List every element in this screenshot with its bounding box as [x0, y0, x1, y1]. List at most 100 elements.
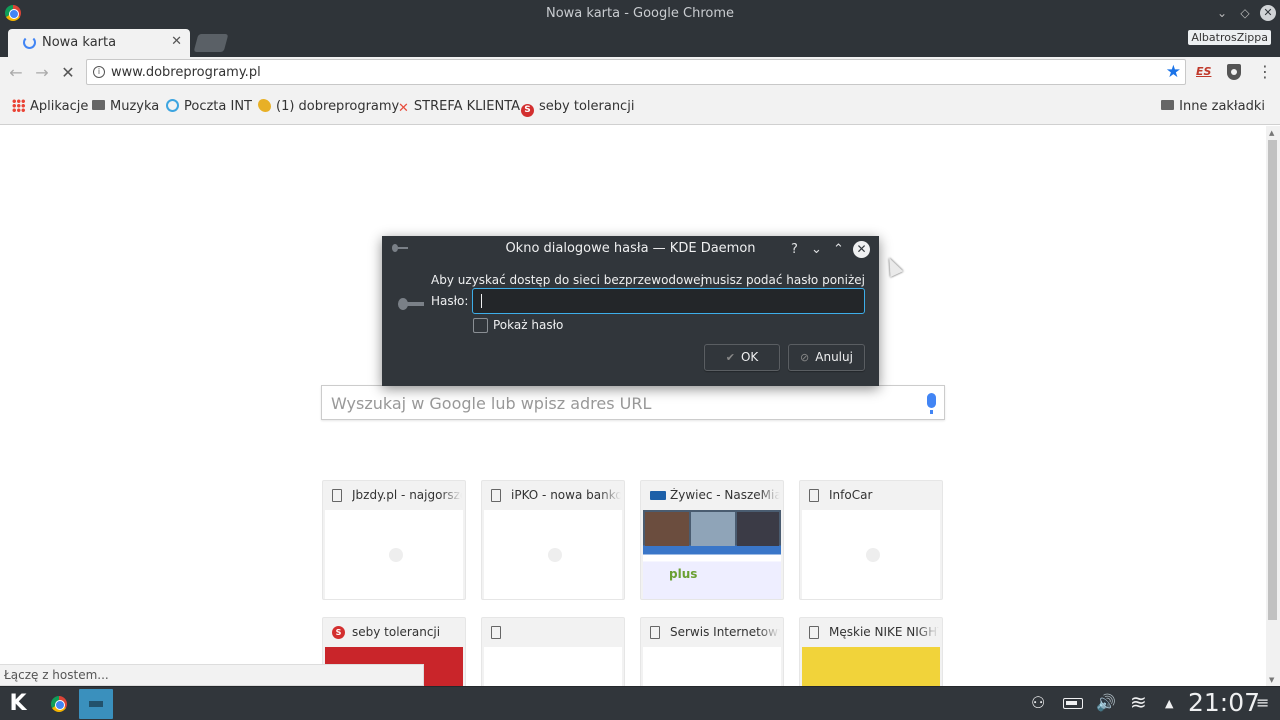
- tab-nowa-karta[interactable]: Nowa karta ✕: [8, 29, 190, 57]
- cancel-label: Anuluj: [815, 350, 853, 364]
- most-visited-tile[interactable]: Jbzdy.pl - najgorsze of: [322, 480, 466, 600]
- bookmark-label: STREFA KLIENTA: [413, 99, 521, 114]
- tile-thumbnail: [484, 510, 622, 599]
- bookmark-star-icon[interactable]: ★: [1166, 62, 1181, 82]
- other-bookmarks[interactable]: Inne zakładki: [1161, 99, 1265, 114]
- most-visited-tile[interactable]: InfoCar: [799, 480, 943, 600]
- bookmark-label: seby tolerancji: [539, 99, 635, 114]
- window-title: Nowa karta - Google Chrome: [545, 6, 734, 21]
- wifi-icon[interactable]: ≋: [1130, 690, 1147, 714]
- page-icon: [650, 626, 660, 639]
- most-visited-tile[interactable]: Serwis Internetowy IP: [640, 617, 784, 686]
- new-tab-button[interactable]: [193, 34, 229, 52]
- shield-extension-icon[interactable]: [1227, 64, 1241, 80]
- scrollbar-thumb[interactable]: [1268, 140, 1277, 620]
- plus-logo: plus: [669, 567, 698, 581]
- cancel-icon: ⊘: [800, 351, 810, 364]
- tile-thumbnail: [484, 647, 622, 686]
- tray-expand-icon[interactable]: ▲: [1165, 697, 1173, 710]
- page-icon: [491, 626, 501, 639]
- maximize-button[interactable]: ◇: [1237, 5, 1253, 21]
- bookmark-dobreprogramy[interactable]: (1) dobreprogramy: [258, 99, 399, 114]
- dialog-message: Aby uzyskać dostęp do sieci bezprzewodow…: [431, 273, 704, 287]
- tile-thumbnail: [325, 510, 463, 599]
- browser-toolbar: ← → ✕ i www.dobreprogramy.pl ★ ES ⋮: [0, 57, 1280, 89]
- clock[interactable]: 21:07: [1188, 688, 1260, 717]
- microphone-icon[interactable]: [927, 393, 936, 414]
- strefa-icon: ✕: [398, 101, 409, 116]
- battery-icon[interactable]: [1063, 698, 1083, 709]
- password-input[interactable]: [472, 288, 865, 314]
- page-icon: [332, 489, 342, 502]
- minimize-button[interactable]: ⌄: [1214, 5, 1230, 21]
- application-launcher-icon[interactable]: K: [4, 690, 32, 718]
- user-switch-icon[interactable]: ⚇: [1031, 693, 1045, 712]
- back-button[interactable]: ←: [7, 64, 25, 82]
- tile-title: Męskie NIKE NIGHTG: [829, 625, 939, 639]
- tile-thumbnail: [643, 647, 781, 686]
- bookmark-label: Muzyka: [110, 99, 160, 114]
- bookmark-label: Aplikacje: [30, 99, 89, 114]
- help-button[interactable]: ?: [786, 241, 803, 258]
- most-visited-tile[interactable]: Żywiec - NaszeMiasto plus: [640, 480, 784, 600]
- scroll-up-icon[interactable]: ▲: [1269, 129, 1274, 137]
- naszemiasto-icon: [650, 491, 666, 500]
- forward-button[interactable]: →: [33, 64, 51, 82]
- check-icon: ✔: [725, 351, 735, 364]
- bookmark-label: Poczta INT: [184, 99, 252, 114]
- most-visited-tile[interactable]: Męskie NIKE NIGHTG: [799, 617, 943, 686]
- password-dialog: Okno dialogowe hasła — KDE Daemon ? ⌄ ⌃ …: [382, 236, 879, 386]
- dialog-minimize-button[interactable]: ⌄: [808, 241, 825, 258]
- tile-thumbnail: [802, 647, 940, 686]
- dialog-message-continued: musisz podać hasło poniżej: [700, 273, 865, 287]
- tile-title: seby tolerancji: [352, 625, 441, 639]
- folder-icon: [92, 100, 105, 110]
- tile-title: iPKO - nowa bankowo: [511, 488, 621, 502]
- eset-extension-icon[interactable]: ES: [1196, 65, 1211, 78]
- new-tab-page: Wyszukaj w Google lub wpisz adres URL Jb…: [0, 126, 1266, 686]
- apps-grid-icon: [12, 99, 25, 112]
- password-label: Hasło:: [431, 294, 469, 308]
- stop-button[interactable]: ✕: [59, 64, 77, 82]
- text-caret: [481, 294, 482, 308]
- page-icon: [491, 489, 501, 502]
- close-window-button[interactable]: ✕: [1260, 5, 1276, 21]
- show-password-checkbox[interactable]: [473, 318, 488, 333]
- bookmark-poczta-int[interactable]: Poczta INT: [166, 99, 252, 114]
- tile-thumbnail: [802, 510, 940, 599]
- info-icon[interactable]: i: [93, 66, 105, 78]
- tile-thumbnail: plus: [643, 510, 781, 599]
- folder-icon: [1161, 100, 1175, 110]
- seby-icon: S: [332, 626, 345, 639]
- tab-label: Nowa karta: [42, 35, 117, 50]
- kde-taskbar: K ⚇ 🔊 ≋ ▲ 21:07 ≡: [0, 686, 1280, 720]
- bookmark-muzyka[interactable]: Muzyka: [92, 99, 159, 114]
- tile-title: Serwis Internetowy IP: [670, 625, 780, 639]
- window-titlebar[interactable]: Nowa karta - Google Chrome ⌄ ◇ ✕: [0, 0, 1280, 27]
- ok-button[interactable]: ✔ OK: [704, 344, 780, 371]
- dialog-maximize-button[interactable]: ⌃: [830, 241, 847, 258]
- task-kde-dialog[interactable]: [79, 689, 113, 719]
- dialog-close-button[interactable]: ✕: [853, 241, 870, 258]
- most-visited-tile[interactable]: [481, 617, 625, 686]
- search-placeholder: Wyszukaj w Google lub wpisz adres URL: [331, 394, 652, 413]
- tab-close-button[interactable]: ✕: [171, 34, 182, 49]
- address-bar[interactable]: i www.dobreprogramy.pl ★: [86, 59, 1186, 85]
- google-search-box[interactable]: Wyszukaj w Google lub wpisz adres URL: [321, 385, 945, 420]
- scroll-down-icon[interactable]: ▼: [1269, 676, 1274, 684]
- show-password-label[interactable]: Pokaż hasło: [493, 318, 563, 332]
- bookmark-seby-tolerancji[interactable]: Sseby tolerancji: [521, 99, 634, 117]
- loading-spinner-icon: [23, 36, 36, 49]
- volume-icon[interactable]: 🔊: [1096, 693, 1116, 712]
- panel-menu-icon[interactable]: ≡: [1256, 693, 1269, 712]
- page-scrollbar[interactable]: ▲ ▼: [1266, 126, 1280, 686]
- most-visited-tile[interactable]: iPKO - nowa bankowo: [481, 480, 625, 600]
- chrome-menu-icon[interactable]: ⋮: [1257, 62, 1273, 81]
- cancel-button[interactable]: ⊘ Anuluj: [788, 344, 865, 371]
- profile-button[interactable]: AlbatrosZippa: [1188, 30, 1271, 45]
- key-icon: [398, 298, 424, 310]
- url-text[interactable]: www.dobreprogramy.pl: [111, 65, 261, 80]
- bookmark-aplikacje[interactable]: Aplikacje: [12, 99, 88, 114]
- bookmark-strefa-klienta[interactable]: ✕ STREFA KLIENTA: [398, 99, 520, 116]
- task-chrome[interactable]: [43, 689, 77, 719]
